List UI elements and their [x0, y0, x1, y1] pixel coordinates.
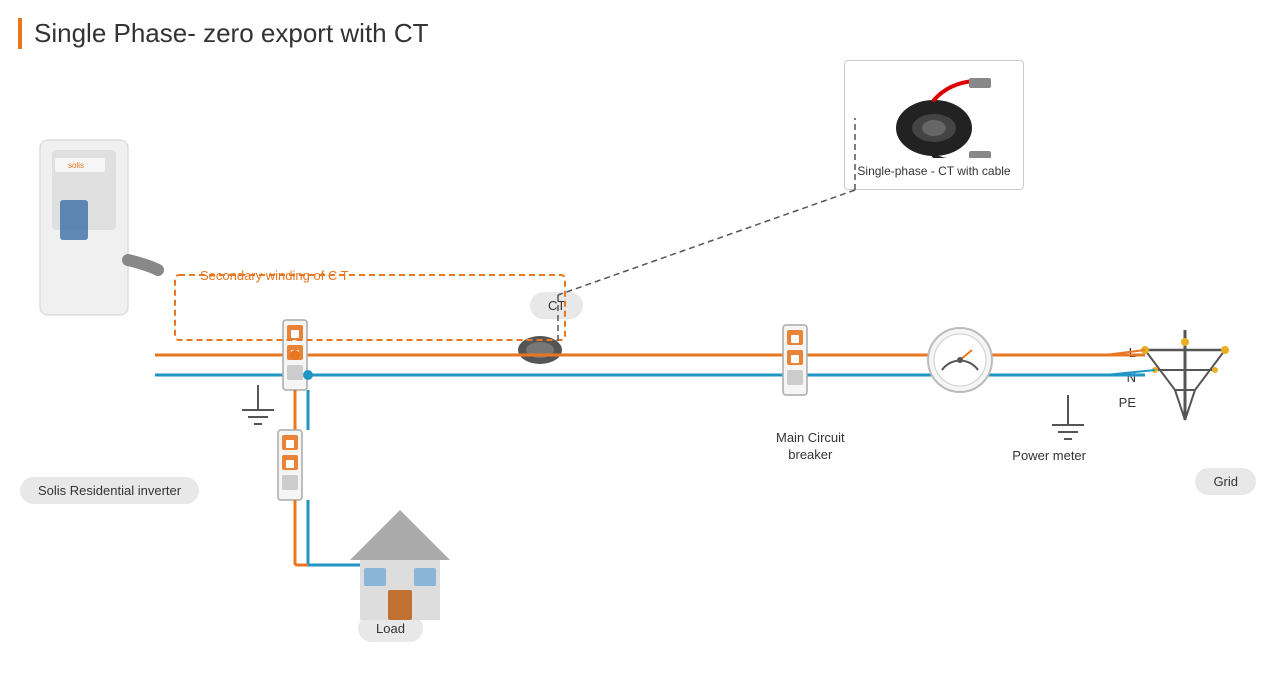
secondary-winding-label: Secondary winding of C T — [200, 268, 349, 283]
PE-label: PE — [1119, 395, 1136, 410]
svg-text:solis: solis — [68, 161, 84, 170]
main-circuit-breaker — [783, 325, 807, 395]
ct-pill-label: CT — [530, 292, 583, 319]
N-label: N — [1127, 370, 1136, 385]
grid-label: Grid — [1195, 468, 1256, 495]
inverter-icon: solis — [40, 140, 158, 315]
wiring-diagram: solis — [0, 0, 1284, 692]
ground-symbol-main — [1052, 400, 1084, 439]
breaker-load — [278, 430, 302, 500]
ct-sensor-image — [869, 73, 999, 158]
ct-image-box: Single-phase - CT with cable — [844, 60, 1024, 190]
breaker-left — [283, 320, 307, 390]
page-title: Single Phase- zero export with CT — [34, 18, 429, 48]
power-meter — [928, 328, 992, 392]
ct-image-label: Single-phase - CT with cable — [857, 164, 1010, 178]
power-meter-label: Power meter — [1012, 448, 1086, 463]
ground-symbol-inverter — [242, 385, 274, 424]
title-bar: Single Phase- zero export with CT — [18, 18, 429, 49]
main-breaker-label: Main Circuitbreaker — [776, 430, 845, 464]
house-icon — [350, 510, 450, 620]
page-container: Single Phase- zero export with CT Single… — [0, 0, 1284, 692]
L-label: L — [1129, 345, 1136, 360]
load-label: Load — [358, 615, 423, 642]
ct-sensor — [490, 336, 590, 375]
inverter-label: Solis Residential inverter — [20, 477, 199, 504]
